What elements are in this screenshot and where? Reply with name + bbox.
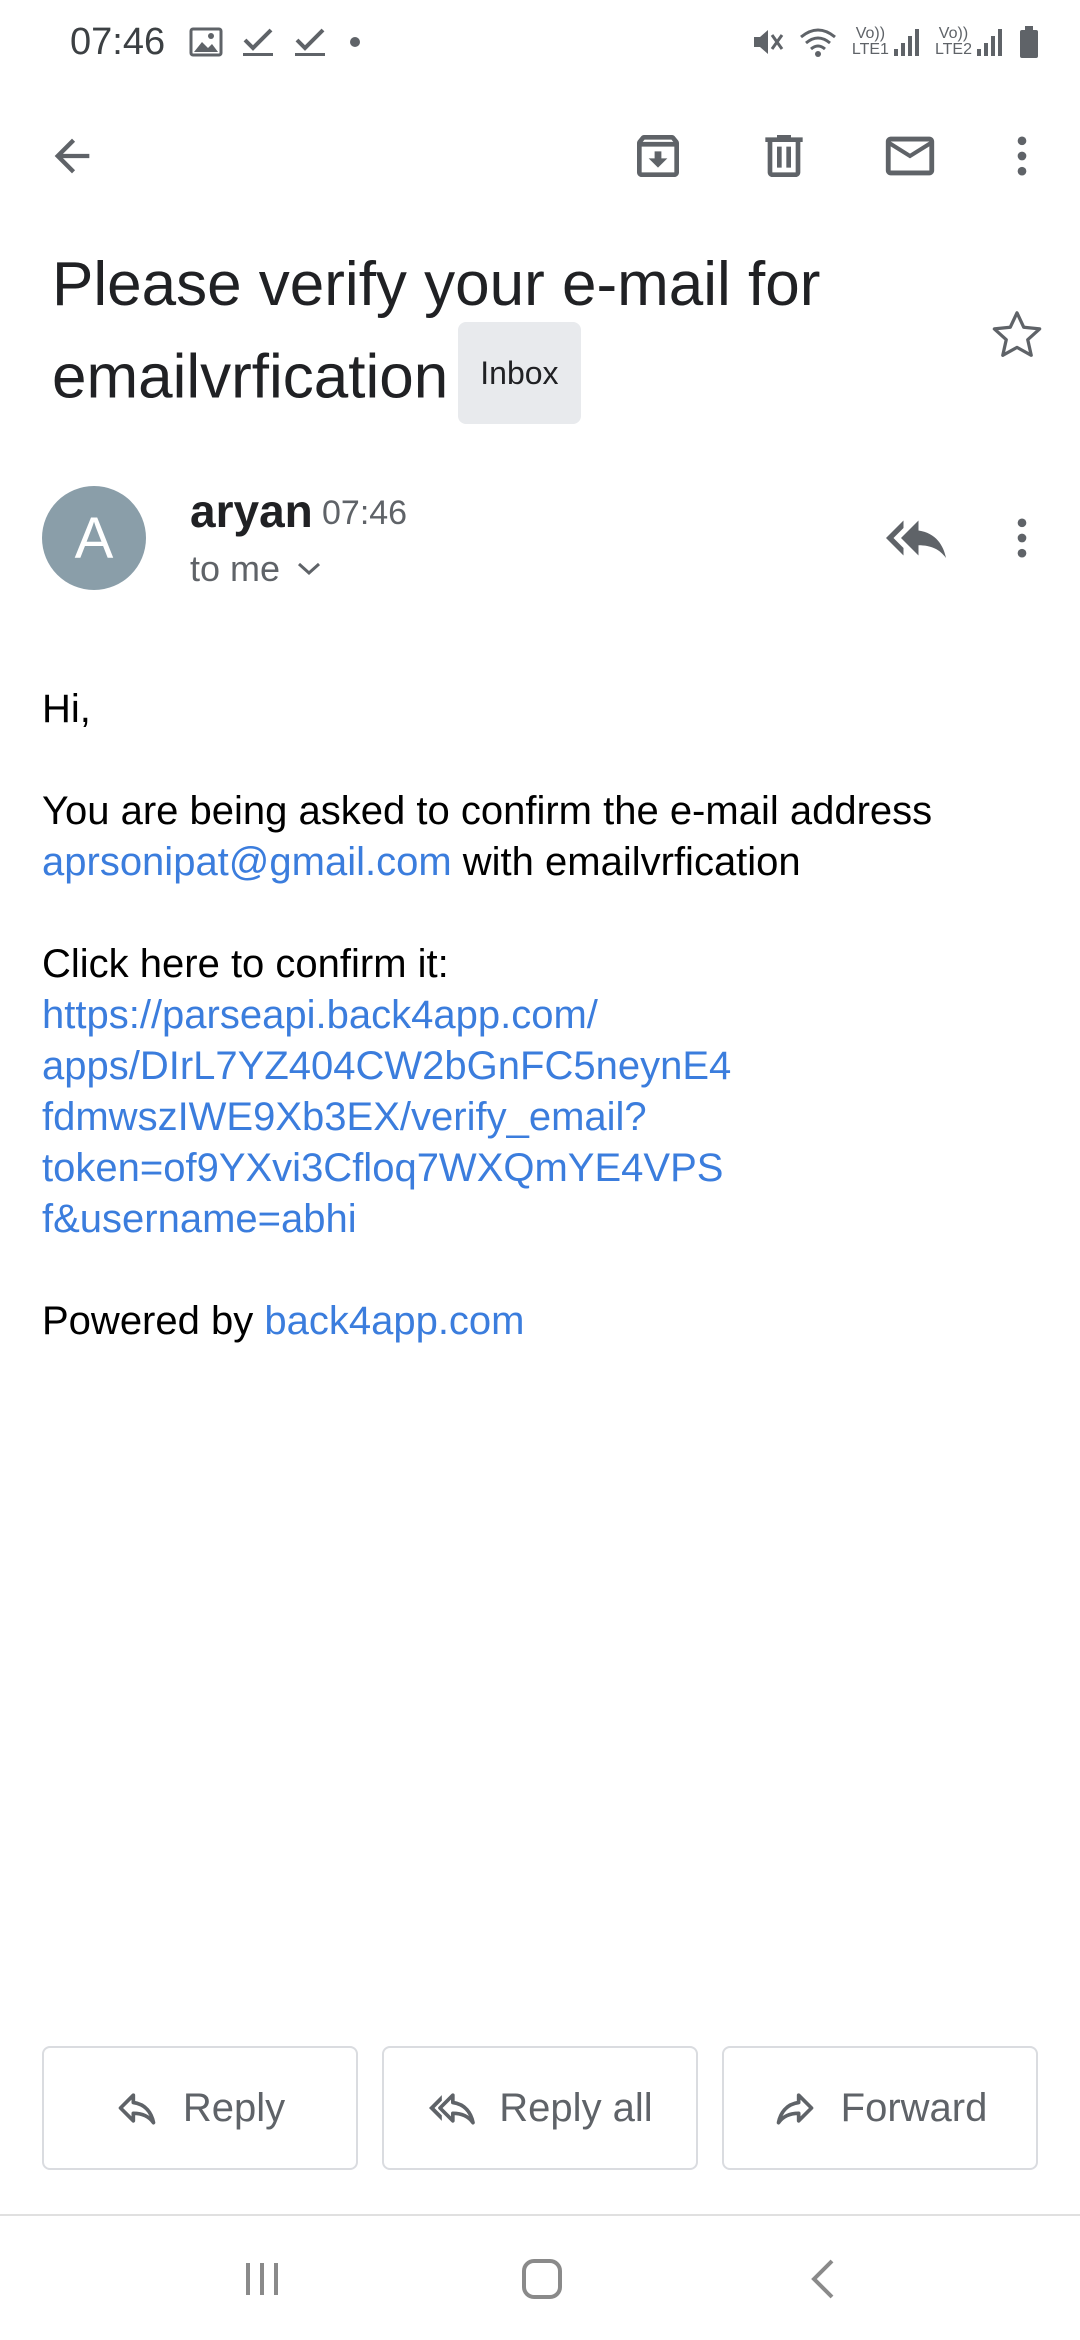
email-body: Hi, You are being asked to confirm the e…: [42, 684, 1042, 1347]
back-arrow-icon: [54, 138, 90, 174]
top-toolbar: [0, 100, 1080, 212]
star-button[interactable]: [972, 290, 1062, 380]
archive-button[interactable]: [610, 108, 706, 204]
forward-icon: [776, 2093, 813, 2125]
email-address-link[interactable]: aprsonipat@gmail.com: [42, 840, 452, 884]
recents-button[interactable]: [202, 2234, 322, 2324]
confirm-link-line: apps/DIrL7YZ404CW2bGnFC5neynE4: [42, 1044, 732, 1088]
check-icon: [241, 26, 275, 58]
status-right-icons: Vo)) LTE1 Vo)) LTE2: [750, 25, 1040, 59]
delete-icon: [765, 135, 803, 177]
image-icon: [189, 27, 223, 57]
confirm-link-line: fdmwszIWE9Xb3EX/verify_email?: [42, 1095, 647, 1139]
mute-icon: [750, 25, 784, 59]
sim2-volte-label: Vo)): [938, 25, 969, 42]
confirm-link-line: token=of9YXvi3Cfloq7WXQmYE4VPS: [42, 1146, 724, 1190]
confirm-link-line: https://parseapi.back4app.com/: [42, 993, 598, 1037]
status-time: 07:46: [70, 20, 166, 63]
greeting: Hi,: [42, 687, 91, 731]
wifi-icon: [798, 25, 838, 59]
sent-time: 07:46: [322, 494, 408, 532]
reply-button[interactable]: Reply: [42, 2046, 358, 2170]
mark-unread-button[interactable]: [862, 108, 958, 204]
back4app-link[interactable]: back4app.com: [264, 1299, 524, 1343]
reply-all-label: Reply all: [499, 2085, 653, 2130]
status-bar: 07:46 Vo)) LTE1 Vo)) LTE2: [0, 0, 1080, 84]
recipient-label: to me: [190, 548, 281, 589]
system-back-button[interactable]: [764, 2234, 884, 2324]
home-icon: [522, 2259, 562, 2299]
confirm-link-line: f&username=abhi: [42, 1197, 357, 1241]
mail-icon: [885, 136, 935, 176]
confirm-text: Click here to confirm it:: [42, 942, 449, 986]
delete-button[interactable]: [736, 108, 832, 204]
message-more-button[interactable]: [974, 490, 1070, 586]
avatar[interactable]: A: [42, 486, 146, 590]
check-icon: [293, 26, 327, 58]
body-line2-suffix: with emailvrfication: [451, 840, 801, 884]
archive-icon: [637, 135, 679, 177]
more-vert-icon: [1017, 518, 1027, 558]
home-button[interactable]: [482, 2234, 602, 2324]
recipient-details-toggle[interactable]: to me: [190, 548, 322, 590]
more-vert-icon: [1017, 136, 1027, 176]
powered-by: Powered by back4app.com: [42, 1296, 1042, 1347]
chevron-down-icon: [298, 562, 321, 576]
recents-icon: [246, 2263, 278, 2295]
signal-lte2-icon: Vo)) LTE2: [935, 26, 1004, 58]
forward-label: Forward: [840, 2085, 988, 2130]
action-buttons: Reply Reply all Forward: [42, 2046, 1038, 2170]
reply-all-button[interactable]: Reply all: [382, 2046, 698, 2170]
star-icon: [992, 311, 1042, 357]
body-line1: You are being asked to confirm the e-mai…: [42, 789, 933, 833]
email-subject-text: Please verify your e-mail for emailvrfic…: [52, 250, 821, 412]
chevron-left-icon: [811, 2259, 834, 2299]
status-left-icons: [189, 26, 365, 58]
sim1-lte-label: LTE1: [851, 41, 889, 58]
email-subject: Please verify your e-mail for emailvrfic…: [52, 240, 972, 432]
sim1-volte-label: Vo)): [855, 25, 886, 42]
confirm-link[interactable]: https://parseapi.back4app.com/ apps/DIrL…: [42, 990, 1042, 1245]
sender-row: A aryan 07:46 to me: [0, 480, 1080, 610]
reply-all-icon: [886, 520, 946, 558]
signal-lte1-icon: Vo)) LTE1: [852, 26, 921, 58]
inbox-label-chip[interactable]: Inbox: [458, 322, 581, 424]
forward-button[interactable]: Forward: [722, 2046, 1038, 2170]
battery-icon: [1018, 25, 1040, 59]
sender-name: aryan: [190, 485, 313, 537]
reply-icon: [118, 2093, 156, 2125]
system-nav-bar: [0, 2216, 1080, 2340]
powered-by-prefix: Powered by: [42, 1299, 265, 1343]
dot-icon: [345, 32, 365, 52]
reply-all-icon: [429, 2093, 476, 2125]
more-options-button[interactable]: [974, 108, 1070, 204]
sim2-lte-label: LTE2: [934, 41, 972, 58]
subject-area: Please verify your e-mail for emailvrfic…: [52, 240, 972, 432]
reply-all-icon-button[interactable]: [868, 490, 964, 586]
body-line2: aprsonipat@gmail.com with emailvrficatio…: [42, 837, 1042, 888]
reply-label: Reply: [182, 2085, 286, 2130]
back-button[interactable]: [24, 108, 120, 204]
